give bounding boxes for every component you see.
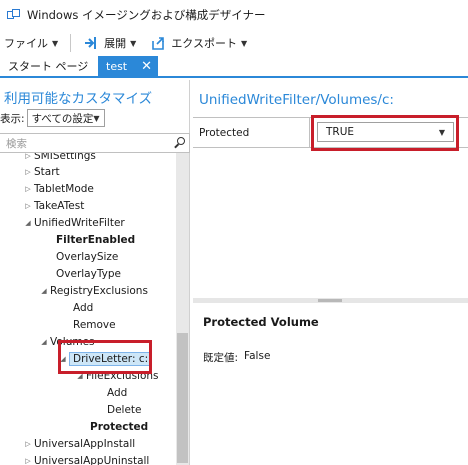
tree-node[interactable]: ▷ TabletMode [22,180,94,197]
tree-node[interactable]: ▷ TakeATest [22,197,84,214]
tree-node[interactable]: OverlaySize [56,248,118,265]
deploy-menu[interactable]: 展開 ▼ [79,32,140,54]
tab-label: test [106,59,128,73]
search-input[interactable]: 検索 [0,133,190,153]
expand-icon[interactable]: ▷ [22,457,34,465]
panel-title: 利用可能なカスタマイズ [4,91,153,107]
tree-node[interactable]: Protected [90,418,148,435]
tree-node[interactable]: ▷ UniversalAppInstall [22,435,135,452]
tree-node[interactable]: ▷ Start [22,163,59,180]
tree-node[interactable]: ◢ UnifiedWriteFilter [22,214,124,231]
toolbar-divider [70,34,72,52]
splitter-grip[interactable] [318,299,342,302]
chevron-down-icon: ▼ [130,38,137,48]
chevron-down-icon: ▼ [240,38,248,48]
expand-icon[interactable]: ▷ [22,153,34,160]
customizations-panel: 利用可能なカスタマイズ 表示: すべての設定 ▼ 検索 ▷ SMISettings… [0,80,190,465]
pane-splitter[interactable] [193,298,468,303]
tree-node[interactable]: ▷ UniversalAppUninstall [22,452,149,465]
expand-icon[interactable]: ▷ [22,185,34,193]
collapse-icon[interactable]: ◢ [38,338,50,346]
tree-node[interactable]: Remove [73,316,116,333]
tree-node[interactable]: FilterEnabled [56,231,135,248]
setting-path-title: UnifiedWriteFilter/Volumes/c: [199,92,394,108]
filter-label: 表示: [0,112,25,125]
toolbar: ファイル ▼ 展開 ▼ エクスポート ▼ [0,30,468,56]
collapse-icon[interactable]: ◢ [38,287,50,295]
highlight-box-driveletter [58,340,152,374]
highlight-box-protected-value [311,115,459,151]
expand-icon[interactable]: ▷ [22,168,34,176]
title-bar: Windows イメージングおよび構成デザイナー [0,0,468,30]
export-menu[interactable]: エクスポート ▼ [146,32,251,54]
export-menu-label: エクスポート [171,37,237,50]
tab-start-page[interactable]: スタート ページ [0,56,98,76]
search-icon[interactable] [173,137,185,149]
expand-icon[interactable]: ▷ [22,202,34,210]
tree-node[interactable]: Delete [107,401,142,418]
tab-test[interactable]: test ✕ [98,56,158,76]
close-icon[interactable]: ✕ [141,60,152,73]
filter-dropdown[interactable]: すべての設定 ▼ [26,109,105,127]
file-menu[interactable]: ファイル ▼ [0,32,62,54]
property-label: Protected [193,118,310,147]
tree-node[interactable]: ◢ RegistryExclusions [38,282,148,299]
app-icon [7,9,21,21]
deploy-icon [83,35,99,51]
chevron-down-icon: ▼ [52,38,59,48]
chevron-down-icon: ▼ [93,113,100,123]
tree-node[interactable]: Add [73,299,93,316]
tree-node[interactable]: Add [107,384,127,401]
window-title: Windows イメージングおよび構成デザイナー [27,8,266,22]
default-label: 既定値: [203,352,239,364]
default-value: False [244,350,271,362]
settings-tree: ▷ SMISettings ▷ Start ▷ TabletMode ▷ TakeATe… [0,153,176,465]
search-placeholder: 検索 [6,137,27,150]
tab-strip: スタート ページ test ✕ [0,56,468,78]
tab-label: スタート ページ [8,60,89,73]
expand-icon[interactable]: ▷ [22,440,34,448]
description-title: Protected Volume [203,315,319,329]
tree-node[interactable]: OverlayType [56,265,121,282]
deploy-menu-label: 展開 [104,37,127,50]
default-value-row: 既定値: False [203,350,270,365]
file-menu-label: ファイル [4,37,48,50]
tree-scrollbar[interactable] [176,153,189,465]
filter-value: すべての設定 [31,112,94,125]
collapse-icon[interactable]: ◢ [22,219,34,227]
export-icon [150,35,166,51]
filter-row: 表示: すべての設定 ▼ [0,109,105,127]
scrollbar-thumb[interactable] [177,333,188,463]
